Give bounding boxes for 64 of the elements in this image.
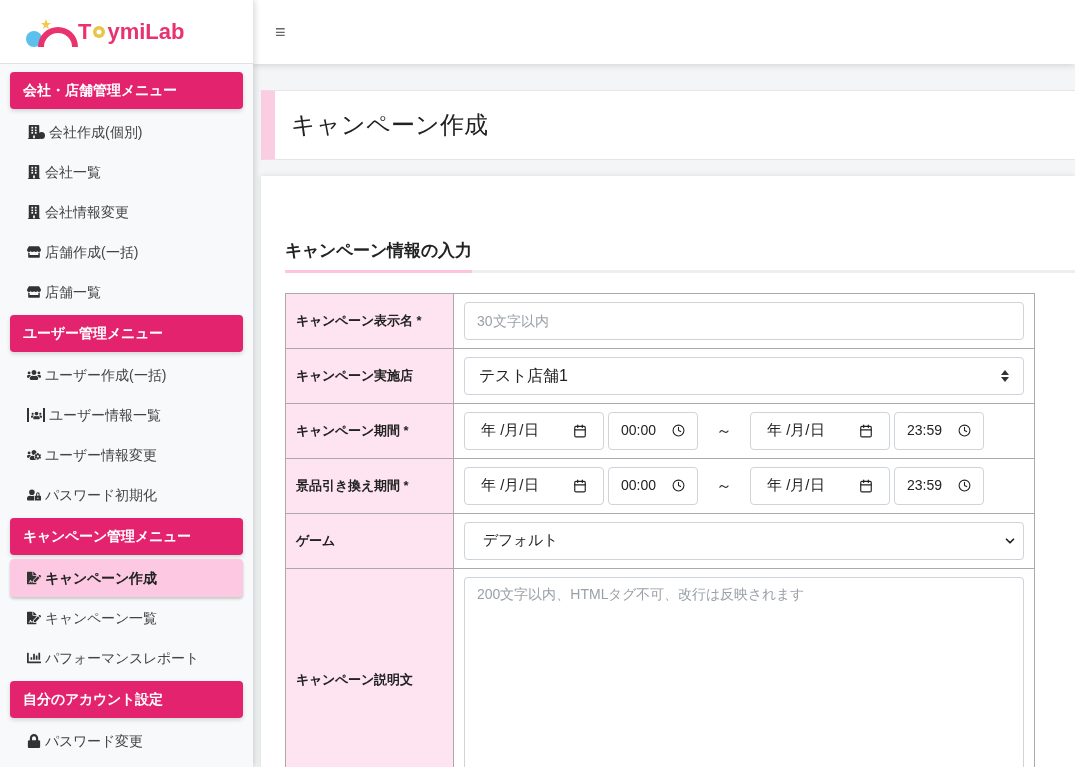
menu-toggle[interactable]: ≡	[275, 18, 286, 46]
form-label: キャンペーン表示名 *	[285, 293, 454, 348]
section-title: キャンペーン情報の入力	[285, 238, 472, 273]
calendar-icon	[573, 423, 587, 438]
time-field[interactable]: 23:59	[894, 466, 984, 505]
form-label: 景品引き換え期間 *	[285, 458, 454, 513]
sidebar-item[interactable]: ユーザー情報変更	[10, 436, 243, 474]
time-field[interactable]: 00:00	[608, 411, 698, 450]
sidebar-item[interactable]: 店舗作成(一括)	[10, 233, 243, 271]
sidebar-item[interactable]: キャンペーン作成	[10, 559, 243, 597]
logo-text: ymiLab	[107, 20, 185, 43]
sidebar-item[interactable]: パスワード初期化	[10, 476, 243, 514]
form-label: ゲーム	[285, 513, 454, 568]
range-separator: ～	[715, 420, 733, 441]
store-icon	[27, 245, 41, 259]
form-label: キャンペーン実施店	[285, 348, 454, 403]
form-label: キャンペーン説明文	[285, 568, 454, 767]
calendar-icon	[859, 423, 873, 438]
sidebar-item[interactable]: パスワード変更	[10, 722, 243, 760]
menu-section-header: 会社・店舗管理メニュー	[10, 72, 243, 109]
store-icon	[27, 285, 41, 299]
description-textarea[interactable]: 200文字以内、HTMLタグ不可、改行は反映されます	[464, 576, 1024, 767]
user-lock-icon	[27, 488, 41, 502]
file-pen-icon	[27, 571, 41, 585]
file-pen-icon	[27, 611, 41, 625]
menu-section-header: キャンペーン管理メニュー	[10, 518, 243, 555]
menu-section-header: 自分のアカウント設定	[10, 681, 243, 718]
building-icon	[27, 165, 41, 179]
clock-icon	[672, 424, 685, 437]
sidebar-item[interactable]: 会社一覧	[10, 153, 243, 191]
text-input-field[interactable]: 30文字以内	[464, 301, 1024, 340]
sort-arrows-icon	[1001, 369, 1009, 382]
building-icon	[27, 205, 41, 219]
time-field[interactable]: 00:00	[608, 466, 698, 505]
sidebar-item[interactable]: ユーザー作成(一括)	[10, 356, 243, 394]
time-field[interactable]: 23:59	[894, 411, 984, 450]
select-field[interactable]: テスト店舗1	[464, 356, 1024, 395]
calendar-icon	[859, 478, 873, 493]
date-field[interactable]: 年 /月/日	[750, 466, 890, 505]
sidebar-item[interactable]: 会社情報変更	[10, 193, 243, 231]
building-check-icon	[27, 125, 45, 139]
users-frame-icon	[27, 408, 45, 422]
sidebar-item[interactable]: 店舗一覧	[10, 273, 243, 311]
form-label: キャンペーン期間 *	[285, 403, 454, 458]
sidebar-item[interactable]: キャンペーン一覧	[10, 599, 243, 637]
logo-text: T	[78, 20, 92, 43]
date-field[interactable]: 年 /月/日	[464, 466, 604, 505]
date-field[interactable]: 年 /月/日	[750, 411, 890, 450]
sidebar-item[interactable]: ユーザー情報一覧	[10, 396, 243, 434]
sidebar-item[interactable]: パフォーマンスレポート	[10, 639, 243, 677]
clock-icon	[958, 424, 971, 437]
sidebar-item[interactable]: 会社作成(個別)	[10, 113, 243, 151]
clock-icon	[672, 479, 685, 492]
bar-chart-icon	[27, 651, 41, 665]
lock-icon	[27, 734, 41, 748]
range-separator: ～	[715, 475, 733, 496]
menu-section-header: ユーザー管理メニュー	[10, 315, 243, 352]
users-gear-icon	[27, 448, 41, 462]
dropdown-field[interactable]: デフォルト	[464, 521, 1024, 560]
users-icon	[27, 368, 41, 382]
clock-icon	[958, 479, 971, 492]
page-title: キャンペーン作成	[291, 110, 488, 140]
calendar-icon	[573, 478, 587, 493]
date-field[interactable]: 年 /月/日	[464, 411, 604, 450]
